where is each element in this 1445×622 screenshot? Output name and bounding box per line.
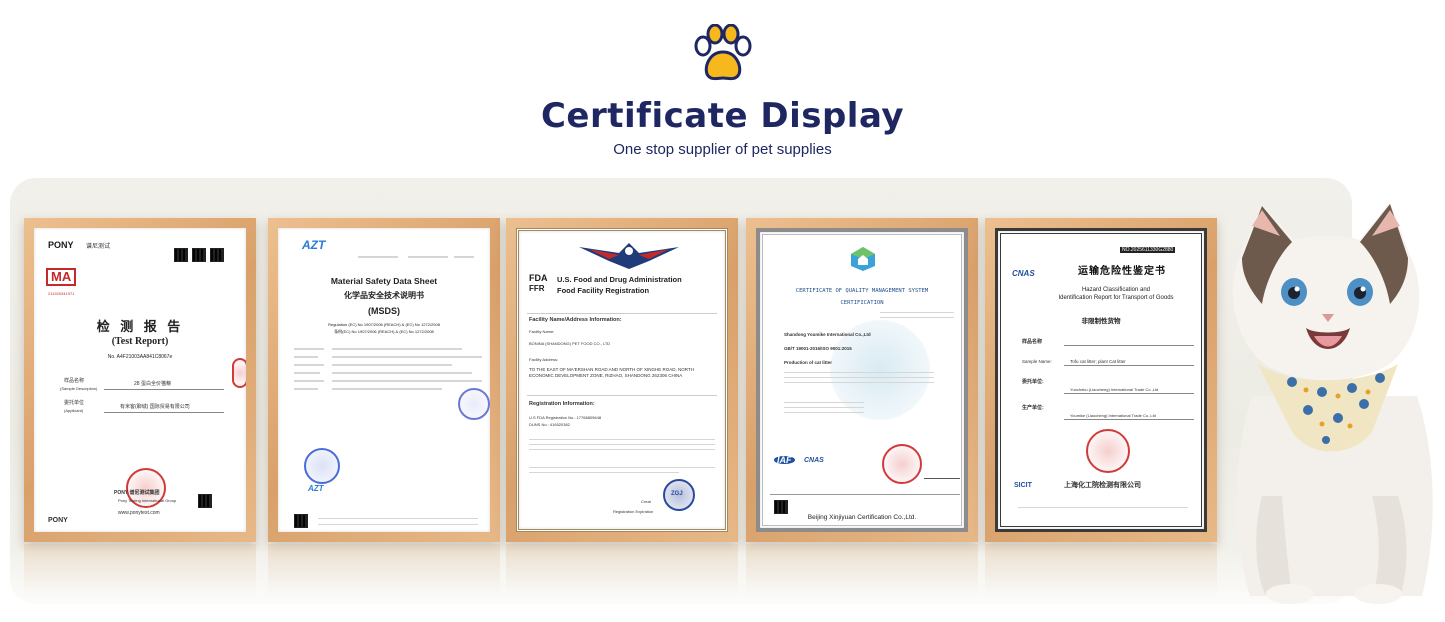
certificate-frame-qms[interactable]: CERTIFICATE OF QUALITY MANAGEMENT SYSTEM… xyxy=(746,218,978,542)
zgj-seal-text: ZGJ xyxy=(671,491,683,497)
certificate-paper: NO.2025611330G2880 CNAS 运输危险性鉴定书 Hazard … xyxy=(995,228,1207,532)
fda-title: U.S. Food and Drug Administration xyxy=(557,275,682,284)
certified-standard: GB/T 19001-2016/ISO 9001:2015 xyxy=(784,346,852,351)
azt-logo-small: AZT xyxy=(308,484,324,493)
msds-title-cn: 化学品安全技术说明书 xyxy=(344,291,424,300)
sicit-logo: SICIT xyxy=(1014,482,1032,489)
eagle-emblem-icon xyxy=(579,243,679,269)
registration-number: U.S FDA Registration No.: 17768809648 xyxy=(529,415,602,420)
certificate-frame-fda[interactable]: FDA FFR U.S. Food and Drug Administratio… xyxy=(506,218,738,542)
regulation-en: Regulation (EC) No 1907/2006 (REACH) & (… xyxy=(328,322,440,327)
frame-reflection xyxy=(985,544,1217,594)
group-name-en: Pony Testing International Group xyxy=(118,498,177,503)
registration-section-heading: Registration Information: xyxy=(529,401,595,407)
sample-label: 样品名称 xyxy=(64,378,85,384)
hazard-title-en-2: Identification Report for Transport of G… xyxy=(1058,295,1174,301)
qr-code-icon xyxy=(774,500,788,514)
frame-reflection xyxy=(268,544,500,594)
sample-label: 样品名称 xyxy=(1022,339,1043,345)
hazard-title-en-1: Hazard Classification and xyxy=(1081,287,1151,293)
report-title-cn: 检 测 报 告 xyxy=(96,320,184,335)
certificate-paper: AZT Material Safety Data Sheet 化学品安全技术说明… xyxy=(278,228,490,532)
page-title: Certificate Display xyxy=(540,96,905,136)
qr-code-icon xyxy=(192,248,206,262)
certificate-number: NO.2025611330G2880 xyxy=(1120,247,1176,253)
house-logo-icon xyxy=(851,247,875,271)
certified-scope: Production of cat litter xyxy=(784,360,833,365)
facility-address-label: Facility Address: xyxy=(529,357,559,362)
sample-label-en: (Sample Description) xyxy=(60,386,98,391)
applicant-label: 委托单位: xyxy=(1022,379,1044,385)
report-number: No. A4F21003AA841C8067e xyxy=(107,354,173,360)
facility-address: TO THE EAST OF MA'ERSHAN ROAD AND NORTH … xyxy=(529,367,694,378)
qr-code-icon xyxy=(174,248,188,262)
frame-reflection xyxy=(24,544,256,594)
maker-label: 生产单位: xyxy=(1022,405,1044,411)
report-title-en: (Test Report) xyxy=(111,336,169,347)
cma-code: 211920341971 xyxy=(48,291,75,296)
cat-photo xyxy=(1232,202,1433,604)
applicant-value: 有米客(聊城) 国际贸易有限公司 xyxy=(120,404,190,410)
certificate-paper: PONY 谱尼测试 MA 211920341971 检 测 报 告 (Test … xyxy=(34,228,246,532)
applicant-label-en: (Applicant) xyxy=(64,408,84,413)
qr-code-icon xyxy=(294,514,308,528)
paw-icon xyxy=(694,24,752,81)
institute-name: 上海化工院检测有限公司 xyxy=(1064,482,1141,489)
ffr-logo: FFR xyxy=(529,284,545,293)
cma-mark: MA xyxy=(46,268,77,286)
msds-title-en: Material Safety Data Sheet xyxy=(330,276,438,286)
pony-logo: PONY xyxy=(48,240,74,250)
applicant-label: 委托单位 xyxy=(64,400,85,406)
red-seal-stamp xyxy=(1086,429,1130,473)
certificate-paper: FDA FFR U.S. Food and Drug Administratio… xyxy=(516,228,728,532)
cnas-logo: CNAS xyxy=(1012,269,1035,278)
certificate-paper: CERTIFICATE OF QUALITY MANAGEMENT SYSTEM… xyxy=(756,228,968,532)
sample-label-en: Sample Name: xyxy=(1022,359,1052,364)
facility-name: BONINA (SHANDONG) PET FOOD CO., LTD xyxy=(529,341,611,346)
facility-name-label: Facility Name: xyxy=(529,329,555,334)
facility-section-heading: Facility Name/Address Information: xyxy=(529,317,622,323)
iaf-logo: IAF xyxy=(774,456,795,465)
msds-title-abbr: (MSDS) xyxy=(368,306,400,316)
page-subtitle: One stop supplier of pet supplies xyxy=(613,141,832,158)
frame-reflection xyxy=(506,544,738,594)
qr-code-icon xyxy=(210,248,224,262)
red-seal-stamp xyxy=(232,358,246,388)
expiration-date-label: Registration Expiration xyxy=(613,509,654,514)
qr-code-icon xyxy=(198,494,212,508)
fda-subtitle: Food Facility Registration xyxy=(557,286,650,295)
blue-seal-stamp xyxy=(304,448,340,484)
certified-company: Shandong Youmike International Co.,Ltd xyxy=(784,332,871,337)
azt-logo: AZT xyxy=(302,238,326,252)
created-date-label: Creat xyxy=(641,499,651,504)
frame-reflection xyxy=(746,544,978,594)
certificate-frame-hazard[interactable]: NO.2025611330G2880 CNAS 运输危险性鉴定书 Hazard … xyxy=(985,218,1217,542)
red-seal-stamp xyxy=(882,444,922,484)
blue-seal-stamp xyxy=(458,388,490,420)
group-name: PONY 谱尼测试集团 xyxy=(114,490,160,496)
qms-subtitle: CERTIFICATION xyxy=(840,300,884,306)
website: www.ponytest.com xyxy=(118,510,160,516)
regulation-cn: 条例(EC) No 1907/2006 (REACH) & (EC) No 12… xyxy=(334,329,434,334)
certificate-frame-msds[interactable]: AZT Material Safety Data Sheet 化学品安全技术说明… xyxy=(268,218,500,542)
issuer-name: Beijing Xinjiyuan Certification Co.,Ltd. xyxy=(807,514,917,521)
duns-number: DUNS No.: 416520382 xyxy=(529,422,570,427)
sample-value: 28 蛋白全价猫粮 xyxy=(134,381,171,387)
fda-logo: FDA xyxy=(529,273,548,283)
pony-logo-sub: 谱尼测试 xyxy=(86,244,111,250)
certificate-frame-test-report[interactable]: PONY 谱尼测试 MA 211920341971 检 测 报 告 (Test … xyxy=(24,218,256,542)
footer-logo: PONY xyxy=(48,517,68,524)
qms-title: CERTIFICATE OF QUALITY MANAGEMENT SYSTEM xyxy=(795,288,929,294)
hazard-result: 非限制性货物 xyxy=(1081,318,1121,325)
hazard-title-cn: 运输危险性鉴定书 xyxy=(1078,266,1166,277)
cnas-logo: CNAS xyxy=(804,457,824,464)
